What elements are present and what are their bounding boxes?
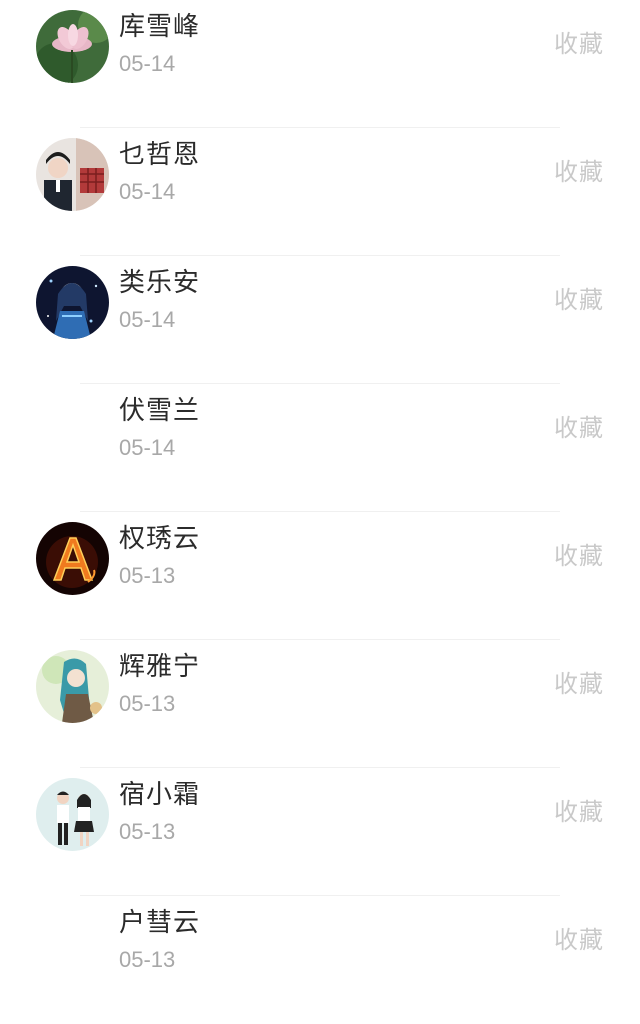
- contact-date: 05-13: [119, 819, 176, 844]
- list-item[interactable]: 辉雅宁 05-13 收藏: [0, 640, 640, 768]
- list-item[interactable]: 库雪峰 05-14 收藏: [0, 0, 640, 128]
- avatar[interactable]: [36, 906, 109, 979]
- couple-photo-avatar: [36, 138, 109, 211]
- list-item[interactable]: 类乐安 05-14 收藏: [0, 256, 640, 384]
- contact-date: 05-14: [119, 51, 176, 76]
- avatar[interactable]: [36, 394, 109, 467]
- favorite-button[interactable]: 收藏: [554, 796, 604, 828]
- list-item[interactable]: 宿小霜 05-13 收藏: [0, 768, 640, 896]
- contact-name: 库雪峰: [119, 12, 201, 42]
- contact-list: 库雪峰 05-14 收藏 乜哲恩 05-14 收藏 类乐安 05-14 收藏 伏…: [0, 0, 640, 972]
- favorite-button[interactable]: 收藏: [554, 540, 604, 572]
- avatar[interactable]: [36, 266, 109, 339]
- avatar[interactable]: [36, 522, 109, 595]
- couple-standing-avatar: [36, 778, 109, 851]
- contact-name: 宿小霜: [119, 780, 201, 810]
- lotus-flower-avatar: [36, 10, 109, 83]
- contact-name: 权琇云: [119, 524, 201, 554]
- list-item[interactable]: 权琇云 05-13 收藏: [0, 512, 640, 640]
- favorite-button[interactable]: 收藏: [554, 284, 604, 316]
- anime-girl-avatar: [36, 266, 109, 339]
- contact-name: 户彗云: [119, 908, 201, 938]
- avatar[interactable]: [36, 778, 109, 851]
- contact-date: 05-14: [119, 179, 176, 204]
- avatar[interactable]: [36, 650, 109, 723]
- list-item[interactable]: 户彗云 05-13 收藏: [0, 896, 640, 1024]
- favorite-button[interactable]: 收藏: [554, 28, 604, 60]
- contact-name: 乜哲恩: [119, 140, 201, 170]
- avatar[interactable]: [36, 10, 109, 83]
- contact-name: 辉雅宁: [119, 652, 201, 682]
- avatar[interactable]: [36, 138, 109, 211]
- fire-letter-a-avatar: [36, 522, 109, 595]
- contact-date: 05-14: [119, 307, 176, 332]
- contact-date: 05-13: [119, 691, 176, 716]
- favorite-button[interactable]: 收藏: [554, 412, 604, 444]
- contact-date: 05-13: [119, 563, 176, 588]
- contact-name: 类乐安: [119, 268, 201, 298]
- list-item[interactable]: 伏雪兰 05-14 收藏: [0, 384, 640, 512]
- favorite-button[interactable]: 收藏: [554, 668, 604, 700]
- favorite-button[interactable]: 收藏: [554, 924, 604, 956]
- contact-date: 05-13: [119, 947, 176, 972]
- favorite-button[interactable]: 收藏: [554, 156, 604, 188]
- contact-name: 伏雪兰: [119, 396, 201, 426]
- contact-date: 05-14: [119, 435, 176, 460]
- anime-illustration-avatar: [36, 650, 109, 723]
- list-item[interactable]: 乜哲恩 05-14 收藏: [0, 128, 640, 256]
